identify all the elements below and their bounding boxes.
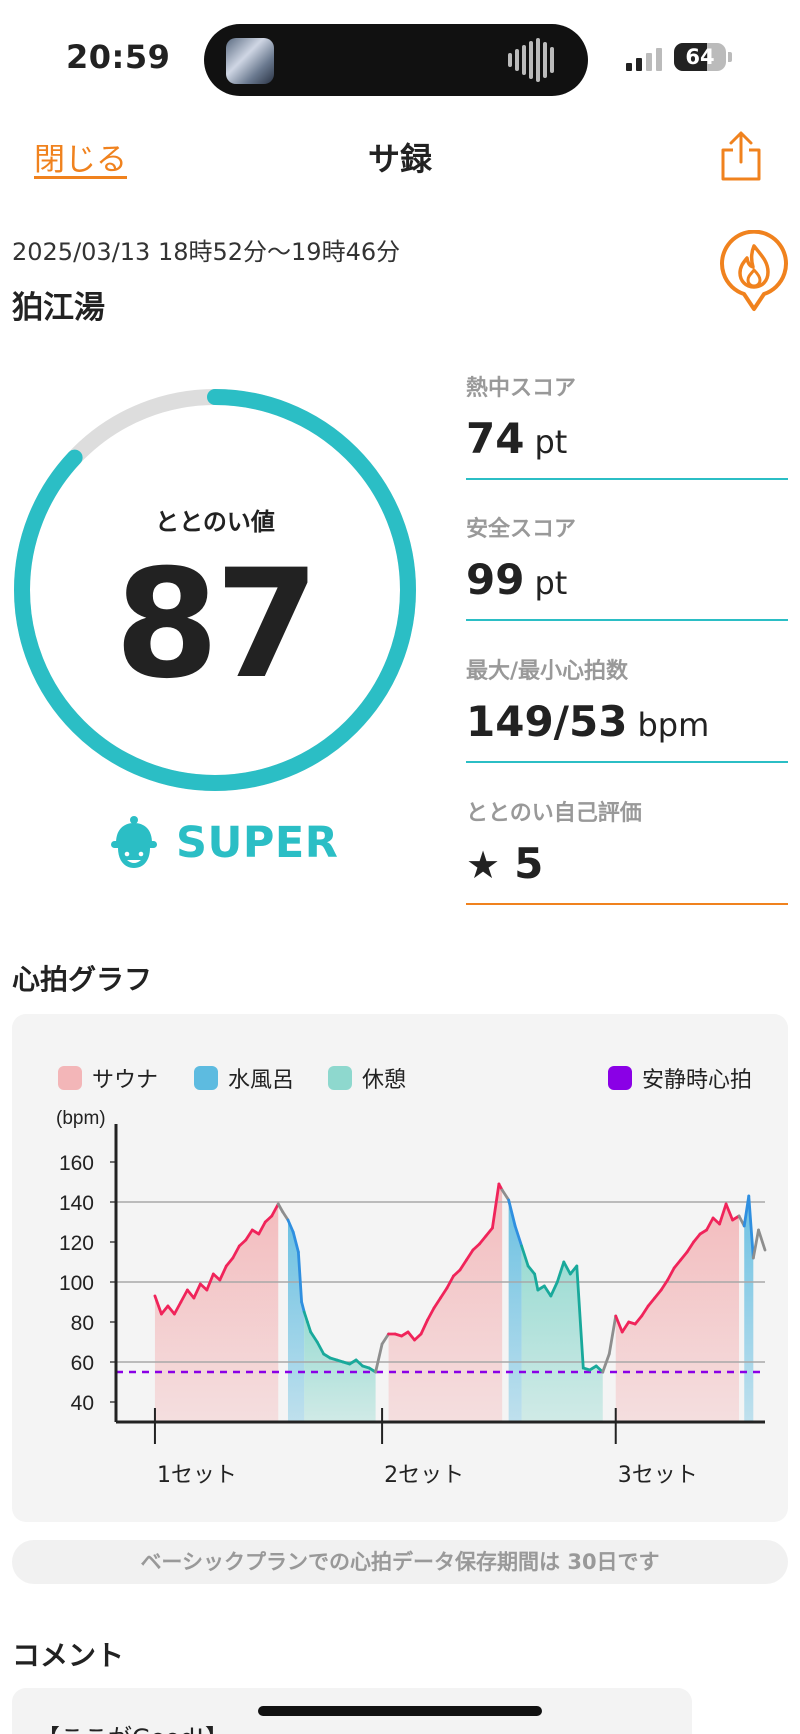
battery-icon: 64 bbox=[674, 43, 726, 71]
legend-swatch bbox=[608, 1066, 632, 1090]
heart-rate-segment bbox=[380, 1332, 390, 1346]
phase-area-cold-bath bbox=[508, 1200, 522, 1422]
legend-item-sauna: サウナ bbox=[58, 1062, 158, 1094]
comment-title: コメント bbox=[12, 1639, 125, 1672]
sauna-hat-face-icon bbox=[111, 816, 157, 868]
heart-rate-segment bbox=[751, 1228, 760, 1260]
heart-rate-segment bbox=[757, 1228, 767, 1252]
heart-rate-segment bbox=[601, 1352, 611, 1374]
home-indicator[interactable] bbox=[258, 1706, 542, 1716]
heart-rate-segment bbox=[500, 1188, 511, 1202]
phase-area-cold-bath bbox=[287, 1220, 305, 1422]
stat-label: 最大/最小心拍数 bbox=[466, 659, 629, 684]
heart-rate-chart: 160 140 120 100 80 60 40 (bpm) 1セット 2セット 3セット bbox=[56, 1108, 767, 1484]
y-tick-label: 120 bbox=[59, 1232, 94, 1255]
stat-label: 熱中スコア bbox=[466, 376, 577, 401]
dynamic-island[interactable] bbox=[204, 24, 588, 96]
close-button[interactable]: 閉じる bbox=[34, 134, 127, 179]
legend-item-rest: 休憩 bbox=[328, 1062, 406, 1094]
set-label: 3セット bbox=[618, 1463, 698, 1484]
legend-swatch bbox=[58, 1066, 82, 1090]
legend-swatch bbox=[328, 1066, 352, 1090]
stat-value: 99 pt bbox=[466, 555, 568, 604]
heart-rate-segment bbox=[607, 1314, 618, 1356]
legend-item-resting-hr: 安静時心拍 bbox=[608, 1062, 752, 1094]
legend-swatch bbox=[194, 1066, 218, 1090]
stat-value: 74 pt bbox=[466, 414, 568, 463]
y-tick-label: 80 bbox=[71, 1312, 94, 1335]
fire-location-icon[interactable] bbox=[718, 230, 790, 312]
cellular-signal-icon bbox=[626, 48, 662, 71]
stat-heat-score: 熱中スコア 74 pt bbox=[466, 370, 788, 480]
totonoi-value: 87 bbox=[114, 538, 320, 712]
y-tick-label: 60 bbox=[71, 1352, 94, 1375]
rank-badge: SUPER bbox=[108, 815, 338, 871]
set-label: 2セット bbox=[384, 1463, 464, 1484]
stat-self-rating[interactable]: ととのい自己評価 ★ 5 bbox=[466, 795, 788, 905]
stat-label: 安全スコア bbox=[466, 517, 577, 542]
stat-value: ★ 5 bbox=[466, 839, 544, 888]
heart-graph-title: 心拍グラフ bbox=[12, 963, 153, 996]
battery-percentage: 64 bbox=[685, 45, 715, 69]
heart-rate-segment bbox=[281, 1210, 290, 1222]
audio-waveform-icon bbox=[508, 38, 562, 82]
y-tick-label: 160 bbox=[59, 1152, 94, 1175]
y-axis-label: (bpm) bbox=[56, 1108, 106, 1129]
heart-rate-segment bbox=[374, 1342, 384, 1374]
star-icon: ★ bbox=[466, 843, 501, 887]
sauna-facility-name: 狛江湯 bbox=[12, 290, 105, 326]
stat-label: ととのい自己評価 bbox=[466, 801, 642, 826]
y-tick-label: 40 bbox=[71, 1392, 94, 1415]
phase-area-sauna bbox=[615, 1204, 740, 1422]
stat-value: 149/53 bpm bbox=[466, 697, 710, 746]
totonoi-label: ととのい値 bbox=[155, 508, 275, 536]
now-playing-artwork bbox=[226, 38, 274, 84]
stat-heart-rate: 最大/最小心拍数 149/53 bpm bbox=[466, 653, 788, 763]
status-time: 20:59 bbox=[66, 38, 171, 76]
legend-item-cold-bath: 水風呂 bbox=[194, 1062, 294, 1094]
share-icon[interactable] bbox=[716, 130, 766, 182]
battery-cap bbox=[728, 52, 732, 62]
storage-notice: ベーシックプランでの心拍データ保存期間は 30日です bbox=[12, 1540, 788, 1584]
comment-text: 【ここがGood!】 bbox=[36, 1718, 229, 1734]
y-tick-label: 140 bbox=[59, 1192, 94, 1215]
rank-label: SUPER bbox=[176, 818, 339, 868]
phase-area-sauna bbox=[388, 1184, 503, 1422]
stat-safety-score: 安全スコア 99 pt bbox=[466, 511, 788, 621]
set-label: 1セット bbox=[157, 1463, 237, 1484]
y-tick-label: 100 bbox=[59, 1272, 94, 1295]
session-date-range: 2025/03/13 18時52分〜19時46分 bbox=[12, 238, 401, 266]
